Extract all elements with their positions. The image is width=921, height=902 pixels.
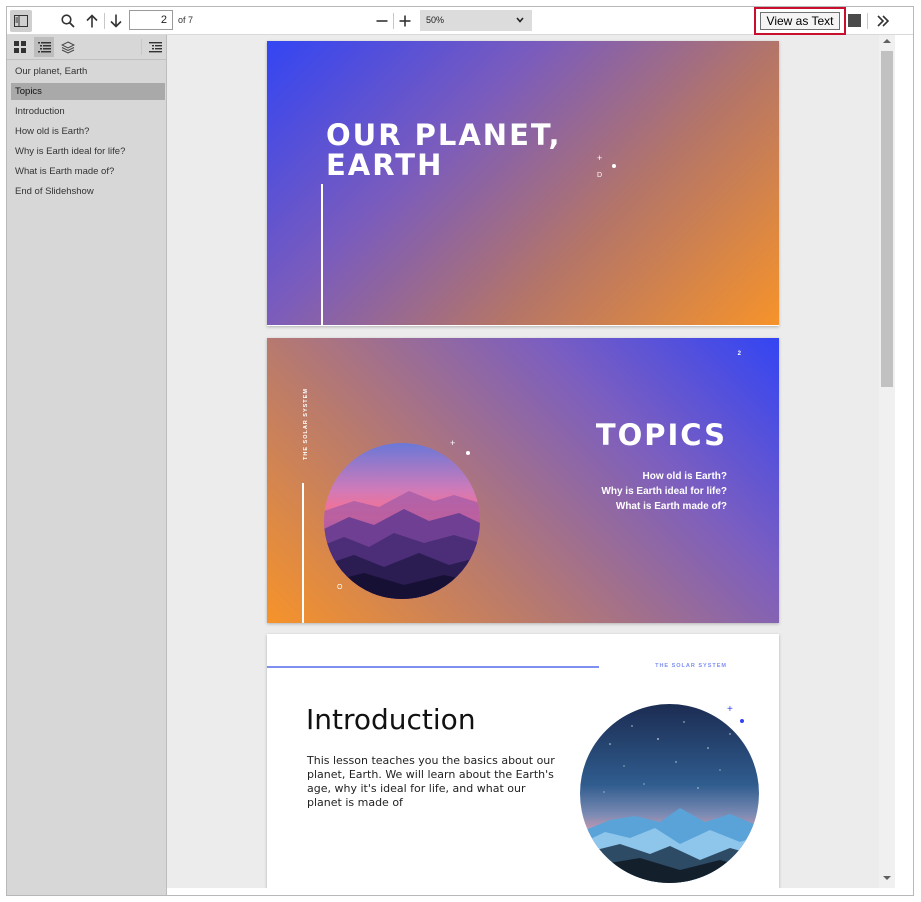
outline-item-ideal-for-life[interactable]: Why is Earth ideal for life?	[11, 143, 165, 160]
slide-3-accent-line	[267, 666, 599, 668]
scrollbar-thumb[interactable]	[881, 51, 893, 387]
slide-1-title: OUR PLANET, EARTH	[326, 118, 562, 182]
sidebar-tabs	[7, 35, 166, 60]
sparkle-icon: +	[597, 153, 603, 163]
grid-icon	[14, 41, 26, 53]
slide-3-tag: THE SOLAR SYSTEM	[655, 663, 727, 669]
view-as-text-highlight: View as Text	[754, 7, 846, 35]
toolbar-separator	[393, 13, 394, 29]
slide-2-topic: What is Earth made of?	[615, 501, 727, 512]
slide-2-vertical-label: THE SOLAR SYSTEM	[303, 388, 309, 460]
vertical-scrollbar[interactable]	[879, 35, 895, 888]
toolbar-separator	[867, 13, 868, 29]
slide-2: 2 THE SOLAR SYSTEM + O TOPICS How old is…	[267, 338, 779, 623]
toolbar: of 7 50% View as Text	[7, 7, 913, 35]
thumbnails-tab[interactable]	[10, 37, 30, 57]
page-number-input[interactable]	[129, 10, 173, 30]
arrow-down-icon	[110, 14, 122, 28]
slide-2-number: 2	[737, 351, 741, 357]
slide-1-bottom-border	[267, 325, 779, 326]
document-viewer[interactable]: OUR PLANET, EARTH + D 2 THE SOLAR SYSTEM	[167, 35, 895, 888]
view-as-text-button[interactable]: View as Text	[760, 12, 840, 30]
minus-icon	[376, 20, 388, 22]
slide-1-deco-letter: D	[597, 172, 603, 179]
outline-tab[interactable]	[34, 37, 54, 57]
outline-item-end[interactable]: End of Slidehshow	[11, 183, 165, 200]
double-chevron-right-icon	[877, 15, 890, 27]
arrow-up-icon	[86, 14, 98, 28]
starry-mountain-image	[580, 704, 759, 883]
dot-decoration	[740, 719, 744, 723]
zoom-select[interactable]: 50%	[420, 10, 532, 31]
page-count-label: of 7	[178, 15, 194, 25]
toolbar-separator	[104, 13, 105, 29]
outline-item-made-of[interactable]: What is Earth made of?	[11, 163, 165, 180]
slide-2-deco-letter: O	[337, 584, 343, 591]
slide-2-vertical-line	[302, 483, 304, 623]
layers-tab[interactable]	[58, 37, 78, 57]
zoom-value: 50%	[426, 15, 445, 25]
sidebar-toggle-button[interactable]	[10, 10, 32, 32]
sparkle-icon: +	[450, 438, 456, 448]
stop-button[interactable]	[848, 14, 861, 27]
dot-decoration	[466, 451, 470, 455]
previous-page-button[interactable]	[83, 10, 101, 32]
slide-2-topic: Why is Earth ideal for life?	[601, 486, 727, 497]
more-tools-button[interactable]	[873, 10, 893, 32]
slide-2-topic-list: How old is Earth? Why is Earth ideal for…	[601, 469, 727, 514]
chevron-down-icon	[516, 17, 524, 23]
scroll-up-arrow-icon[interactable]	[883, 38, 891, 44]
dot-decoration	[612, 164, 616, 168]
slide-2-title: TOPICS	[595, 418, 727, 452]
search-button[interactable]	[58, 10, 78, 32]
search-icon	[61, 14, 75, 28]
slide-1-vertical-line	[321, 184, 323, 326]
sidebar-icon	[14, 15, 28, 27]
starry-mountain-illustration	[580, 704, 759, 883]
plus-icon	[399, 15, 411, 27]
outline-item-topics[interactable]: Topics	[11, 83, 165, 100]
slide-3-body: This lesson teaches you the basics about…	[307, 754, 555, 809]
outline-item-our-planet[interactable]: Our planet, Earth	[11, 63, 165, 80]
outline-item-how-old[interactable]: How old is Earth?	[11, 123, 165, 140]
slide-3-title: Introduction	[306, 703, 476, 736]
list-icon	[37, 42, 51, 53]
current-outline-item-button[interactable]	[145, 37, 165, 57]
layers-icon	[61, 40, 75, 54]
slide-1: OUR PLANET, EARTH + D	[267, 41, 779, 326]
document-outline: Our planet, Earth Topics Introduction Ho…	[11, 63, 165, 203]
mountain-sunset-illustration	[324, 443, 480, 599]
sparkle-icon: +	[727, 704, 733, 715]
sidebar-tab-separator	[141, 39, 142, 55]
sidebar: Our planet, Earth Topics Introduction Ho…	[7, 35, 167, 895]
mountain-sunset-image	[324, 443, 480, 599]
outline-item-introduction[interactable]: Introduction	[11, 103, 165, 120]
zoom-out-button[interactable]	[374, 10, 390, 32]
scroll-down-arrow-icon[interactable]	[883, 875, 891, 881]
outline-options-icon	[148, 42, 162, 53]
slide-2-topic: How old is Earth?	[642, 471, 727, 482]
slide-3: THE SOLAR SYSTEM Introduction This lesso…	[267, 634, 779, 888]
zoom-in-button[interactable]	[397, 10, 413, 32]
next-page-button[interactable]	[107, 10, 125, 32]
pdf-viewer: of 7 50% View as Text	[6, 6, 914, 896]
